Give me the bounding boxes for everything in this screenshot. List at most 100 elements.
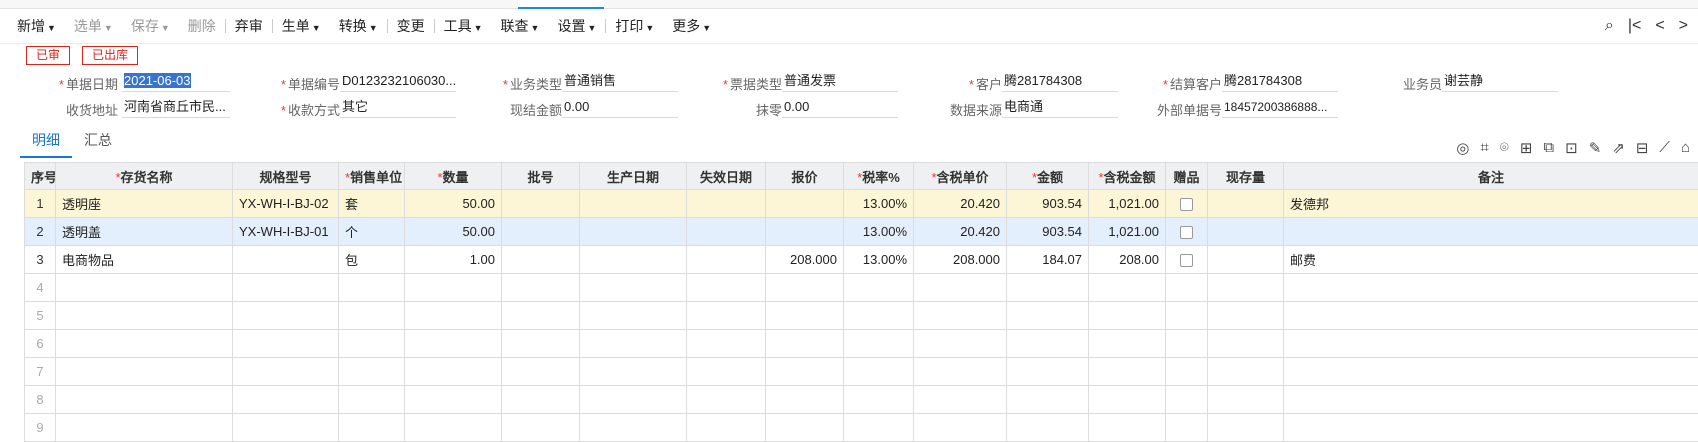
cell-tax-rate[interactable]: 13.00%	[844, 190, 914, 218]
cell-spec[interactable]: YX-WH-I-BJ-01	[233, 218, 339, 246]
col-gift[interactable]: 赠品	[1166, 163, 1208, 190]
empty-cell[interactable]	[1208, 330, 1284, 358]
cell-spec[interactable]: YX-WH-I-BJ-02	[233, 190, 339, 218]
cell-batch[interactable]	[502, 218, 580, 246]
empty-cell[interactable]	[339, 386, 405, 414]
search-doc-icon[interactable]: ⌕	[1605, 17, 1614, 35]
gift-checkbox[interactable]	[1180, 198, 1193, 211]
col-quote[interactable]: 报价	[766, 163, 844, 190]
more-button[interactable]: 更多▼	[663, 16, 720, 36]
doc-no-input[interactable]: D0123232106030...	[340, 71, 456, 92]
empty-cell[interactable]	[1089, 414, 1166, 442]
cell-spec[interactable]	[233, 246, 339, 274]
col-spec[interactable]: 规格型号	[233, 163, 339, 190]
empty-cell[interactable]	[1284, 274, 1698, 302]
empty-cell[interactable]	[233, 302, 339, 330]
empty-cell[interactable]	[687, 302, 766, 330]
bulb-icon[interactable]: ◎	[1456, 139, 1469, 157]
col-batch[interactable]: 批号	[502, 163, 580, 190]
active-window-tab[interactable]	[518, 0, 604, 9]
settings-button[interactable]: 设置▼	[548, 16, 605, 36]
cell-quote[interactable]	[766, 218, 844, 246]
gift-checkbox[interactable]	[1180, 254, 1193, 267]
empty-cell[interactable]	[502, 414, 580, 442]
cell-unit[interactable]: 包	[339, 246, 405, 274]
table-row[interactable]: 3 电商物品 包 1.00 208.000 13.00% 208.000 184…	[25, 246, 1698, 274]
empty-cell[interactable]	[502, 274, 580, 302]
empty-cell[interactable]	[1208, 302, 1284, 330]
next-record-icon[interactable]: >	[1679, 17, 1688, 35]
empty-cell[interactable]	[233, 274, 339, 302]
empty-cell[interactable]	[914, 414, 1007, 442]
empty-cell[interactable]	[1208, 414, 1284, 442]
cell-name[interactable]: 透明盖	[56, 218, 233, 246]
empty-cell[interactable]	[233, 358, 339, 386]
invoice-type-select[interactable]: 普通发票	[782, 71, 898, 92]
empty-cell[interactable]	[766, 386, 844, 414]
col-unit[interactable]: *销售单位	[339, 163, 405, 190]
empty-cell[interactable]	[580, 274, 687, 302]
tools-button[interactable]: 工具▼	[435, 16, 492, 36]
generate-doc-button[interactable]: 生单▼	[273, 16, 330, 36]
convert-button[interactable]: 转换▼	[330, 16, 387, 36]
empty-cell[interactable]	[233, 386, 339, 414]
table-row[interactable]: 1 透明座 YX-WH-I-BJ-02 套 50.00 13.00% 20.42…	[25, 190, 1698, 218]
scan-icon[interactable]: ⌗	[1480, 139, 1488, 157]
save-button[interactable]: 保存▼	[122, 16, 179, 36]
batch-icon[interactable]: ⊡	[1565, 139, 1578, 157]
empty-cell[interactable]	[844, 414, 914, 442]
empty-cell[interactable]	[1166, 414, 1208, 442]
empty-cell[interactable]	[339, 358, 405, 386]
rounding-input[interactable]: 0.00	[782, 97, 898, 118]
table-row[interactable]: 2 透明盖 YX-WH-I-BJ-01 个 50.00 13.00% 20.42…	[25, 218, 1698, 246]
empty-cell[interactable]	[687, 274, 766, 302]
empty-cell[interactable]	[580, 414, 687, 442]
col-qty[interactable]: *数量	[405, 163, 502, 190]
empty-cell[interactable]	[339, 302, 405, 330]
cell-prod-date[interactable]	[580, 190, 687, 218]
address-input[interactable]: 河南省商丘市民...	[122, 97, 230, 118]
empty-cell[interactable]	[1089, 274, 1166, 302]
empty-cell[interactable]	[1089, 386, 1166, 414]
empty-cell[interactable]	[1089, 358, 1166, 386]
cell-batch[interactable]	[502, 190, 580, 218]
col-amount[interactable]: *金额	[1007, 163, 1089, 190]
empty-cell[interactable]	[1007, 358, 1089, 386]
empty-cell[interactable]	[914, 386, 1007, 414]
empty-cell[interactable]	[1166, 358, 1208, 386]
empty-cell[interactable]	[844, 302, 914, 330]
cash-amount-input[interactable]: 0.00	[562, 97, 678, 118]
empty-cell[interactable]	[844, 274, 914, 302]
gift-checkbox[interactable]	[1180, 226, 1193, 239]
cell-unit[interactable]: 套	[339, 190, 405, 218]
data-source-input[interactable]: 电商通	[1002, 97, 1118, 118]
cell-amount-tax[interactable]: 1,021.00	[1089, 218, 1166, 246]
cell-amount[interactable]: 903.54	[1007, 218, 1089, 246]
tab-summary[interactable]: 汇总	[72, 128, 124, 158]
empty-cell[interactable]	[766, 414, 844, 442]
empty-cell[interactable]	[1284, 302, 1698, 330]
empty-cell[interactable]	[1166, 386, 1208, 414]
col-tax-rate[interactable]: *税率%	[844, 163, 914, 190]
empty-cell[interactable]	[405, 302, 502, 330]
empty-cell[interactable]	[687, 414, 766, 442]
salesman-input[interactable]: 谢芸静	[1442, 71, 1558, 92]
empty-cell[interactable]	[766, 302, 844, 330]
empty-cell[interactable]	[580, 330, 687, 358]
cell-quote[interactable]: 208.000	[766, 246, 844, 274]
empty-cell[interactable]	[56, 414, 233, 442]
first-record-icon[interactable]: |<	[1628, 17, 1642, 35]
warehouse-icon[interactable]: ⌂	[1681, 139, 1690, 157]
ruler-icon[interactable]: ⟋	[1659, 139, 1670, 157]
cell-tax-rate[interactable]: 13.00%	[844, 218, 914, 246]
empty-cell[interactable]	[1284, 386, 1698, 414]
empty-cell[interactable]	[914, 274, 1007, 302]
empty-cell[interactable]	[844, 386, 914, 414]
empty-cell[interactable]	[687, 330, 766, 358]
empty-cell[interactable]	[1284, 330, 1698, 358]
empty-cell[interactable]	[502, 386, 580, 414]
export-icon[interactable]: ⇗	[1612, 139, 1625, 157]
empty-cell[interactable]	[405, 358, 502, 386]
empty-cell[interactable]	[766, 274, 844, 302]
empty-cell[interactable]	[339, 274, 405, 302]
